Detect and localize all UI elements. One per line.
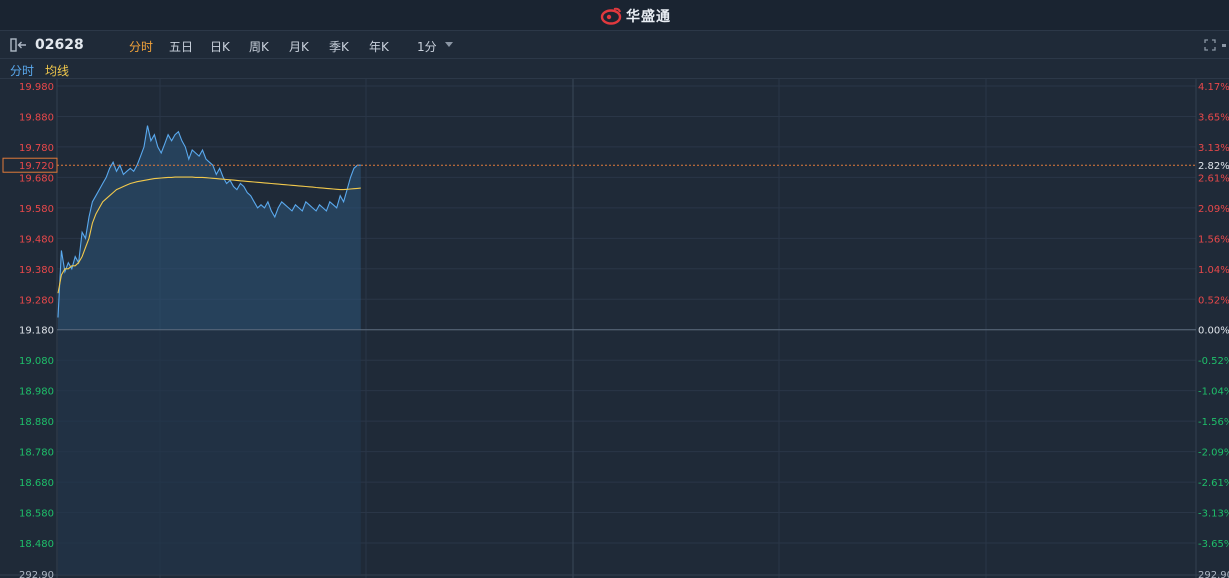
y-tick-left: 19.780 xyxy=(19,143,54,154)
chevron-down-icon[interactable] xyxy=(445,42,453,47)
current-price-label: 19.720 xyxy=(19,161,54,172)
legend-price-label: 分时 xyxy=(10,64,35,78)
tab-intraday[interactable]: 分时 xyxy=(129,38,153,55)
y-tick-right: 3.65% xyxy=(1198,112,1229,123)
tab-monthly-k[interactable]: 月K xyxy=(289,38,309,55)
y-tick-right: -0.52% xyxy=(1198,356,1229,367)
fullscreen-icon[interactable] xyxy=(1204,39,1216,51)
brand-name: 华盛通 xyxy=(626,9,671,25)
current-change-label: 2.82% xyxy=(1198,161,1229,172)
y-tick-right: -2.09% xyxy=(1198,448,1229,459)
stock-code: 02628 xyxy=(35,37,84,53)
price-area-lower xyxy=(58,329,361,575)
chart-legend: 分时 均线 xyxy=(0,59,1229,79)
interval-select[interactable]: 1分 xyxy=(417,38,437,55)
y-tick-left: 19.580 xyxy=(19,204,54,215)
y-tick-right: 1.56% xyxy=(1198,234,1229,245)
y-tick-right: -3.13% xyxy=(1198,509,1229,520)
y-tick-right: -2.61% xyxy=(1198,478,1229,489)
y-tick-left: 19.080 xyxy=(19,356,54,367)
y-tick-left: 18.480 xyxy=(19,539,54,550)
bottom-label-left: 292.90 xyxy=(19,570,54,578)
y-tick-right: 2.61% xyxy=(1198,173,1229,184)
y-tick-left: 18.780 xyxy=(19,448,54,459)
tab-weekly-k[interactable]: 周K xyxy=(249,38,269,55)
y-tick-right: 2.09% xyxy=(1198,204,1229,215)
y-tick-left: 19.680 xyxy=(19,173,54,184)
legend-avg-label: 均线 xyxy=(45,64,70,78)
chart-toolbar: 02628 分时 五日 日K 周K 月K 季K 年K 1分 xyxy=(0,31,1229,59)
y-tick-left: 19.480 xyxy=(19,234,54,245)
y-tick-left: 19.380 xyxy=(19,265,54,276)
more-icon[interactable] xyxy=(1222,44,1226,47)
exit-arrow-icon[interactable] xyxy=(10,37,28,53)
tab-daily-k[interactable]: 日K xyxy=(210,38,230,55)
tab-five-day[interactable]: 五日 xyxy=(169,38,193,55)
title-bar: 华盛通 xyxy=(0,0,1229,31)
y-tick-left: 18.880 xyxy=(19,417,54,428)
bottom-label-right: 292.90 xyxy=(1198,570,1229,578)
y-tick-right: 0.00% xyxy=(1198,326,1229,337)
y-tick-right: 3.13% xyxy=(1198,143,1229,154)
y-tick-left: 19.980 xyxy=(19,82,54,93)
y-tick-left: 18.580 xyxy=(19,509,54,520)
intraday-chart[interactable]: 19.980 19.880 19.780 19.680 19.580 19.480 19.3… xyxy=(0,79,1229,578)
y-tick-left: 19.880 xyxy=(19,112,54,123)
y-tick-right: 4.17% xyxy=(1198,82,1229,93)
y-tick-left: 18.680 xyxy=(19,478,54,489)
tab-quarterly-k[interactable]: 季K xyxy=(329,38,349,55)
brand-logo-icon xyxy=(600,7,622,25)
y-tick-left: 18.980 xyxy=(19,387,54,398)
y-tick-right: -1.04% xyxy=(1198,387,1229,398)
y-tick-left: 19.280 xyxy=(19,295,54,306)
brand: 华盛通 xyxy=(600,6,671,26)
tab-yearly-k[interactable]: 年K xyxy=(369,38,389,55)
y-tick-right: 1.04% xyxy=(1198,265,1229,276)
y-tick-left: 19.180 xyxy=(19,326,54,337)
y-tick-right: 0.52% xyxy=(1198,295,1229,306)
y-tick-right: -1.56% xyxy=(1198,417,1229,428)
y-tick-right: -3.65% xyxy=(1198,539,1229,550)
